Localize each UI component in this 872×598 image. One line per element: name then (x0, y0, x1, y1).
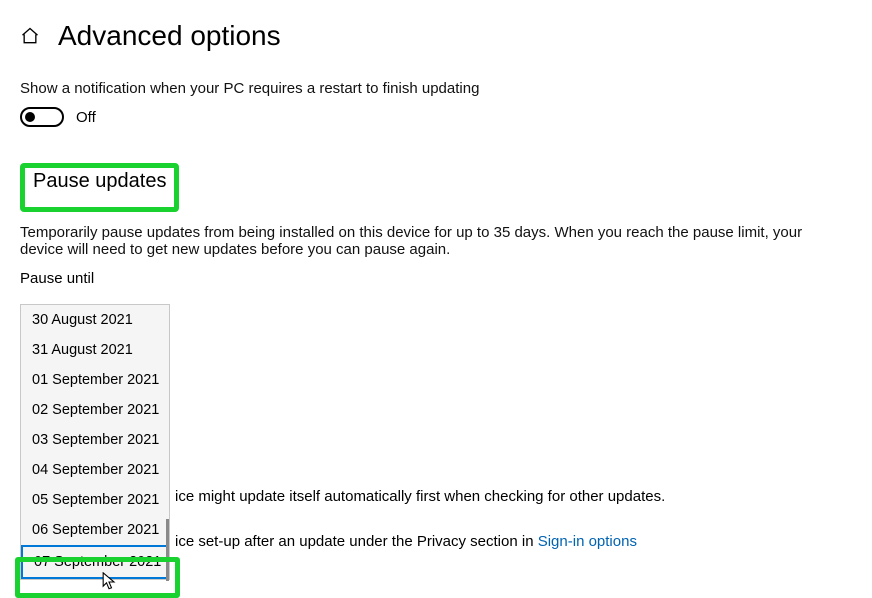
pause-updates-highlight: Pause updates (20, 163, 179, 212)
pause-date-option[interactable]: 03 September 2021 (21, 425, 169, 455)
toggle-knob (25, 112, 35, 122)
pause-until-label: Pause until (20, 270, 852, 287)
pause-date-option[interactable]: 04 September 2021 (21, 455, 169, 485)
restart-notification-toggle-row: Off (20, 107, 852, 127)
pause-date-option-selected[interactable]: 07 September 2021 (21, 545, 169, 579)
pause-updates-heading: Pause updates (33, 170, 166, 193)
page-header: Advanced options (20, 20, 852, 52)
restart-notification-description: Show a notification when your PC require… (20, 80, 852, 97)
page-title: Advanced options (58, 20, 281, 52)
restart-notification-toggle[interactable] (20, 107, 64, 127)
obscured-line-2-prefix: ice set-up after an update under the Pri… (175, 533, 538, 550)
toggle-state-label: Off (76, 109, 96, 126)
pause-until-dropdown[interactable]: 30 August 2021 31 August 2021 01 Septemb… (20, 304, 170, 580)
pause-updates-description: Temporarily pause updates from being ins… (20, 224, 820, 258)
pause-date-option[interactable]: 06 September 2021 (21, 515, 169, 545)
sign-in-options-link[interactable]: Sign-in options (538, 533, 637, 550)
pause-date-option[interactable]: 30 August 2021 (21, 305, 169, 335)
pause-date-option[interactable]: 02 September 2021 (21, 395, 169, 425)
pause-date-option[interactable]: 01 September 2021 (21, 365, 169, 395)
home-icon[interactable] (20, 26, 40, 46)
scrollbar-thumb[interactable] (166, 519, 169, 581)
pause-date-option[interactable]: 31 August 2021 (21, 335, 169, 365)
pause-date-option[interactable]: 05 September 2021 (21, 485, 169, 515)
